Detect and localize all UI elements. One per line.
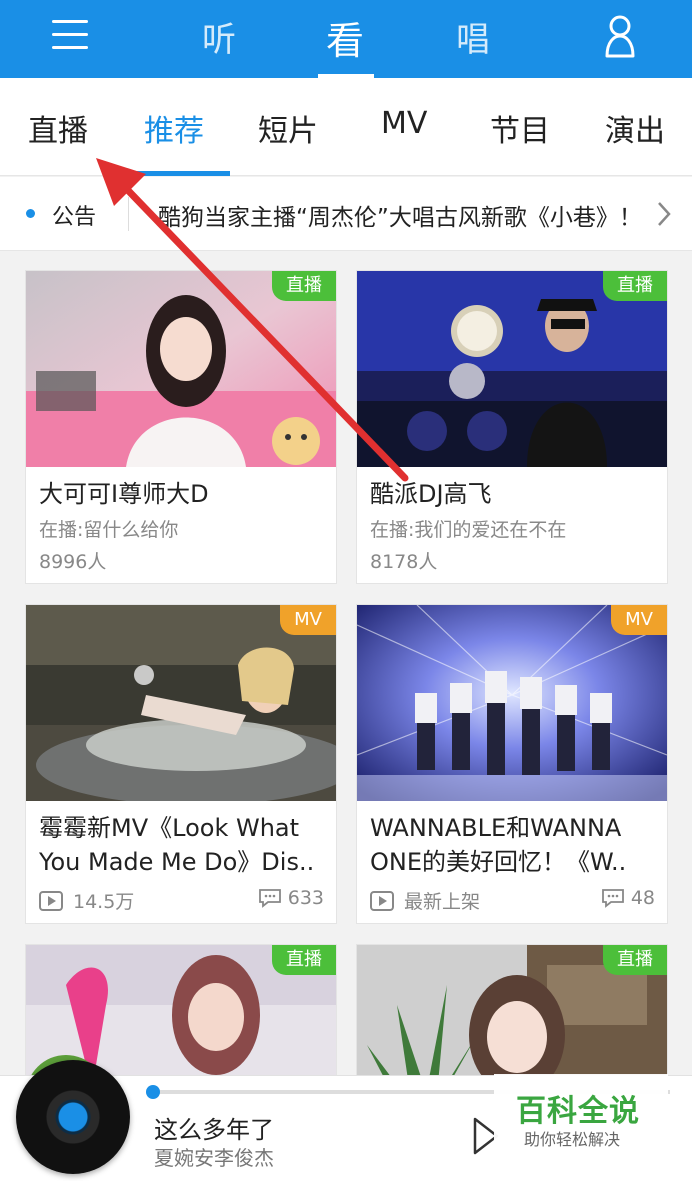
comment-icon [258,889,281,908]
tab-short-video[interactable]: 短片 [258,106,318,150]
watermark-tagline: 助你轻松解决 [524,1130,621,1149]
card-title: 大可可I尊师大D [39,480,209,508]
watermark-title: 百科全说 [516,1094,640,1129]
mv-thumbnail: MV [357,605,667,801]
menu-icon[interactable] [52,16,88,52]
user-icon[interactable] [604,14,636,58]
live-badge: 直播 [603,271,667,301]
mv-card[interactable]: MV 霉霉新MV《Look What You Made Me Do》Dis.. … [25,604,337,924]
live-card[interactable]: 直播 酷派DJ高飞 在播:我们的爱还在不在 8178人 [356,270,668,584]
notice-dot-icon [26,209,35,218]
play-count-icon [39,890,63,911]
tab-recommend[interactable]: 推荐 [144,106,204,150]
watermark-logo: 百科全说 助你轻松解决 [494,1074,668,1154]
notice-label: 公告 [52,205,97,230]
live-thumbnail: 直播 [26,271,336,467]
card-viewer-count: 8996人 [39,551,107,573]
tab-mv[interactable]: MV [381,106,427,141]
top-nav-bar: 听 看 唱 [0,0,692,78]
comment-icon [601,889,624,908]
chevron-right-icon[interactable] [654,201,674,227]
live-card[interactable]: 直播 大可可I尊师大D 在播:留什么给你 8996人 [25,270,337,584]
notice-text[interactable]: 酷狗当家主播“周杰伦”大唱古风新歌《小巷》！ [158,198,638,232]
card-viewer-count: 8178人 [370,551,438,573]
comment-count[interactable]: 633 [258,887,324,909]
mv-thumbnail: MV [26,605,336,801]
live-badge: 直播 [272,945,336,975]
tab-watch[interactable]: 看 [326,10,364,65]
comment-count-value: 48 [630,887,655,909]
card-title: 霉霉新MV《Look What You Made Me Do》Dis.. [39,814,315,876]
category-tabs: 直播 推荐 短片 MV 节目 演出 [0,78,692,176]
comment-count-value: 633 [287,887,324,909]
play-count: 14.5万 [39,887,134,914]
category-active-underline [132,171,230,176]
song-artist: 夏婉安李俊杰 [154,1146,274,1170]
play-count-icon [370,890,394,911]
card-now-playing: 在播:留什么给你 [39,519,179,541]
live-badge: 直播 [603,945,667,975]
tab-listen[interactable]: 听 [202,12,236,61]
song-title: 这么多年了 [154,1116,274,1144]
card-title: 酷派DJ高飞 [370,480,492,508]
tab-live[interactable]: 直播 [28,106,88,150]
notice-divider [128,197,129,231]
play-count-value: 14.5万 [73,891,135,913]
mv-card[interactable]: MV WANNABLE和WANNA ONE的美好回忆！《W.. 最新上架 48 [356,604,668,924]
card-title: WANNABLE和WANNA ONE的美好回忆！《W.. [370,814,627,876]
card-now-playing: 在播:我们的爱还在不在 [370,519,567,541]
live-thumbnail: 直播 [357,271,667,467]
comment-count[interactable]: 48 [601,887,655,909]
album-disc-icon[interactable] [16,1060,130,1174]
play-count: 最新上架 [370,887,480,914]
notice-bar[interactable]: 公告 酷狗当家主播“周杰伦”大唱古风新歌《小巷》！ [0,177,692,251]
mv-badge: MV [611,605,667,635]
tab-sing[interactable]: 唱 [456,12,490,61]
live-badge: 直播 [272,271,336,301]
mv-badge: MV [280,605,336,635]
play-count-value: 最新上架 [404,891,481,913]
tab-programs[interactable]: 节目 [490,106,550,150]
progress-knob[interactable] [146,1085,160,1099]
tab-shows[interactable]: 演出 [605,106,665,150]
